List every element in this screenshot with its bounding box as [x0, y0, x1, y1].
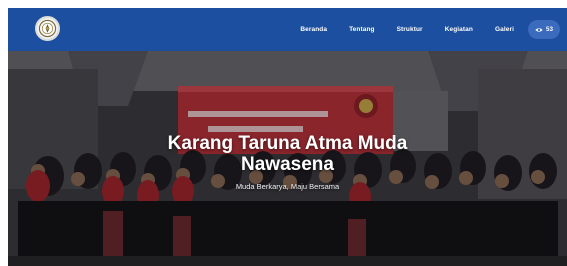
nav-galeri[interactable]: Galeri — [495, 26, 514, 33]
page-frame: Beranda Tentang Struktur Kegiatan Galeri… — [8, 8, 567, 266]
visitor-count: 53 — [545, 26, 553, 33]
hero-title: Karang Taruna Atma Muda Nawasena — [8, 133, 567, 175]
hero-section: Karang Taruna Atma Muda Nawasena Muda Be… — [8, 51, 567, 266]
visitor-counter-badge[interactable]: 53 — [527, 20, 560, 39]
nav-links: Beranda Tentang Struktur Kegiatan Galeri… — [300, 8, 560, 51]
nav-kegiatan[interactable]: Kegiatan — [445, 26, 473, 33]
nav-struktur[interactable]: Struktur — [397, 26, 423, 33]
organization-logo-icon[interactable] — [35, 16, 60, 41]
nav-tentang[interactable]: Tentang — [349, 26, 375, 33]
navbar: Beranda Tentang Struktur Kegiatan Galeri… — [8, 8, 567, 51]
logo-emblem — [38, 19, 57, 38]
hero-title-line-1: Karang Taruna Atma Muda — [167, 133, 408, 154]
eye-icon — [535, 27, 543, 32]
nav-beranda[interactable]: Beranda — [300, 26, 327, 33]
hero-title-line-2: Nawasena — [241, 154, 334, 175]
hero-subtitle: Muda Berkarya, Maju Bersama — [235, 182, 340, 191]
